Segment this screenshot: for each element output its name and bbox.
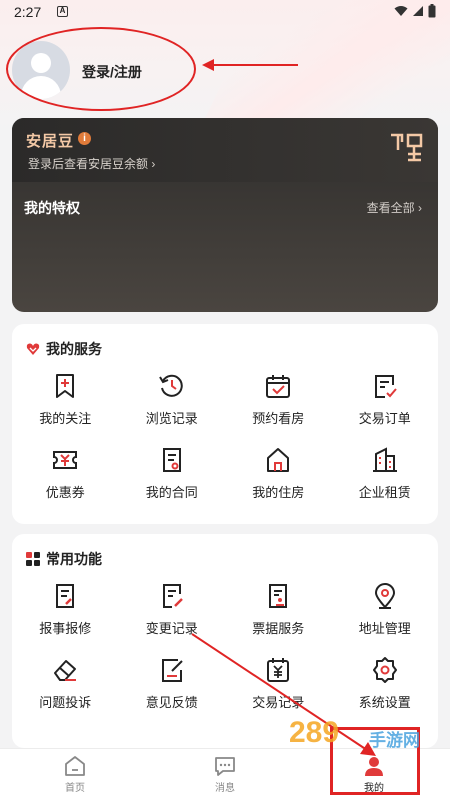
watermark-text: 手游网 [369, 730, 420, 751]
service-contracts[interactable]: 我的合同 [119, 446, 226, 504]
bean-card: 安居豆 i 登录后查看安居豆余额 › 我的特权 查看全部 › [12, 118, 438, 312]
info-icon[interactable]: i [78, 132, 91, 145]
function-label: 问题投诉 [39, 695, 92, 710]
service-label: 我的合同 [145, 485, 198, 500]
service-label: 预约看房 [252, 411, 305, 426]
receipt-icon [269, 584, 288, 608]
home-icon [65, 756, 85, 776]
bean-logo-icon [391, 133, 423, 162]
function-complaint[interactable]: 问题投诉 [12, 656, 119, 714]
service-history[interactable]: 浏览记录 [119, 372, 226, 430]
grid-apps-icon [26, 552, 40, 566]
nav-home[interactable]: 首页 [35, 755, 115, 794]
service-appointment[interactable]: 预约看房 [225, 372, 332, 430]
battery-icon [428, 4, 436, 18]
notification-icon: A [57, 6, 68, 17]
building-icon [372, 447, 397, 472]
bookmark-plus-icon [56, 374, 75, 398]
nav-messages[interactable]: 消息 [185, 755, 265, 794]
coupon-icon [53, 451, 78, 469]
signal-icon [413, 6, 423, 16]
status-bar: 2:27 A [0, 0, 450, 24]
nav-label: 首页 [65, 783, 85, 794]
services-header: 我的服务 [26, 339, 102, 359]
watermark-number: 289 [289, 716, 339, 749]
service-my-follow[interactable]: 我的关注 [12, 372, 119, 430]
watermark-logo: 289 手游网 [289, 716, 420, 751]
service-coupons[interactable]: 优惠券 [12, 446, 119, 504]
history-icon [158, 374, 183, 397]
bean-balance-link[interactable]: 登录后查看安居豆余额 › [28, 155, 155, 172]
calendar-check-icon [266, 375, 291, 398]
service-label: 浏览记录 [145, 411, 198, 426]
order-check-icon [374, 375, 397, 398]
bean-title: 安居豆 [26, 133, 75, 150]
function-label: 报事报修 [39, 621, 92, 636]
edit-doc-icon [162, 584, 183, 608]
services-grid: 我的关注 浏览记录 预约看房 交易订单 优惠券 我的合同 我的住房 企业租赁 [12, 372, 438, 504]
service-orders[interactable]: 交易订单 [332, 372, 439, 430]
annotation-arrow-icon [202, 59, 298, 71]
service-label: 我的住房 [252, 485, 305, 500]
nav-label: 消息 [215, 783, 235, 794]
bean-card-header[interactable] [12, 118, 438, 182]
function-repair[interactable]: 报事报修 [12, 582, 119, 640]
contract-icon [162, 448, 181, 472]
services-card: 我的服务 我的关注 浏览记录 预约看房 交易订单 优惠券 我的合同 我的住房 企… [12, 324, 438, 524]
service-enterprise-lease[interactable]: 企业租赁 [332, 446, 439, 504]
service-label: 我的关注 [39, 411, 92, 426]
house-icon [267, 448, 290, 472]
service-my-house[interactable]: 我的住房 [225, 446, 332, 504]
status-time: 2:27 [14, 4, 42, 20]
functions-title: 常用功能 [46, 551, 102, 567]
service-label: 企业租赁 [358, 485, 411, 500]
wifi-icon [394, 6, 408, 16]
repair-doc-icon [56, 584, 75, 608]
services-title: 我的服务 [46, 341, 102, 357]
annotation-ellipse [6, 27, 196, 111]
service-label: 优惠券 [45, 485, 85, 500]
status-icons [394, 4, 436, 18]
functions-header: 常用功能 [26, 549, 102, 569]
service-label: 交易订单 [358, 411, 411, 426]
heart-badge-icon [26, 343, 40, 355]
privileges-title: 我的特权 [24, 200, 80, 216]
view-all-link[interactable]: 查看全部 › [367, 199, 422, 216]
location-icon [374, 583, 395, 609]
eraser-icon [54, 660, 77, 681]
